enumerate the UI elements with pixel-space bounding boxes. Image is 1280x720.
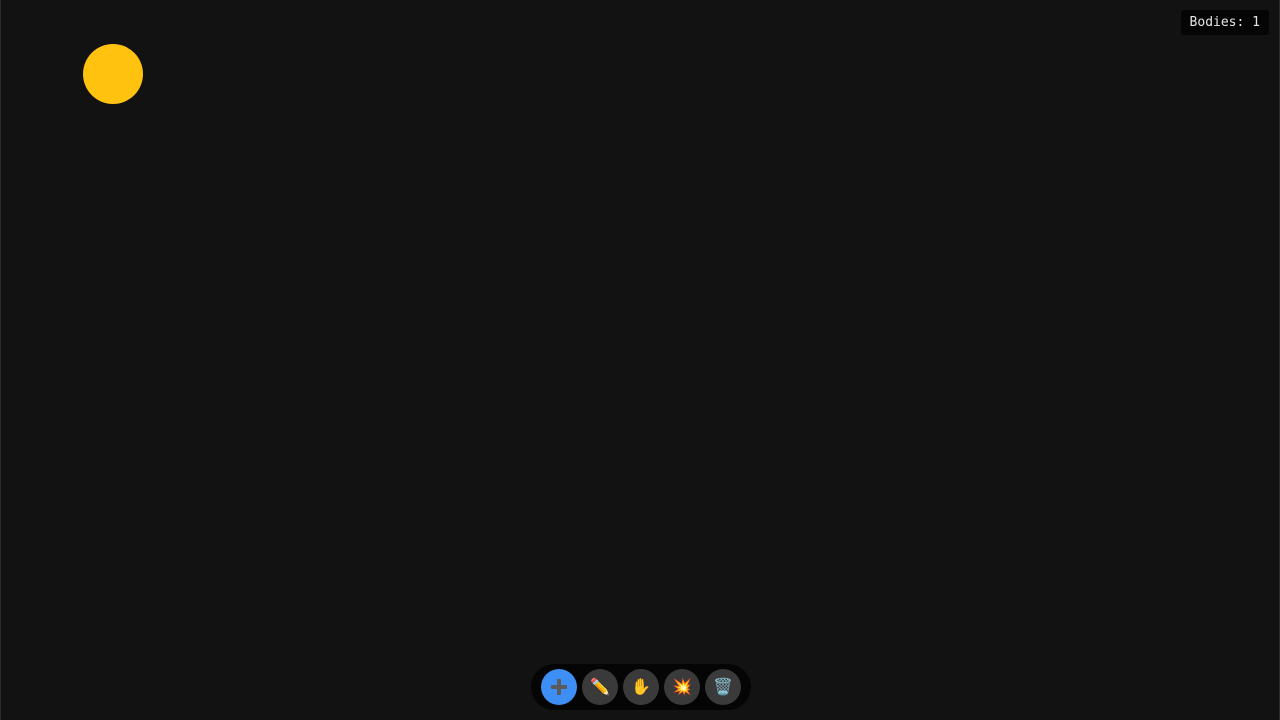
explosion-icon: 💥 — [672, 677, 692, 696]
draw-tool-button[interactable]: ✏️ — [582, 669, 618, 705]
explode-tool-button[interactable]: 💥 — [664, 669, 700, 705]
trash-icon: 🗑️ — [713, 677, 733, 696]
hand-icon: ✋ — [631, 677, 651, 696]
physics-canvas[interactable]: Bodies: 1 ✏️ ✋ 💥 🗑️ — [0, 0, 1280, 720]
add-body-button[interactable] — [541, 669, 577, 705]
bodies-counter: Bodies: 1 — [1180, 10, 1269, 35]
plus-icon — [550, 678, 568, 696]
tool-palette: ✏️ ✋ 💥 🗑️ — [531, 664, 751, 710]
pencil-icon: ✏️ — [590, 677, 610, 696]
clear-all-button[interactable]: 🗑️ — [705, 669, 741, 705]
grab-tool-button[interactable]: ✋ — [623, 669, 659, 705]
physics-body-circle[interactable] — [83, 44, 143, 104]
